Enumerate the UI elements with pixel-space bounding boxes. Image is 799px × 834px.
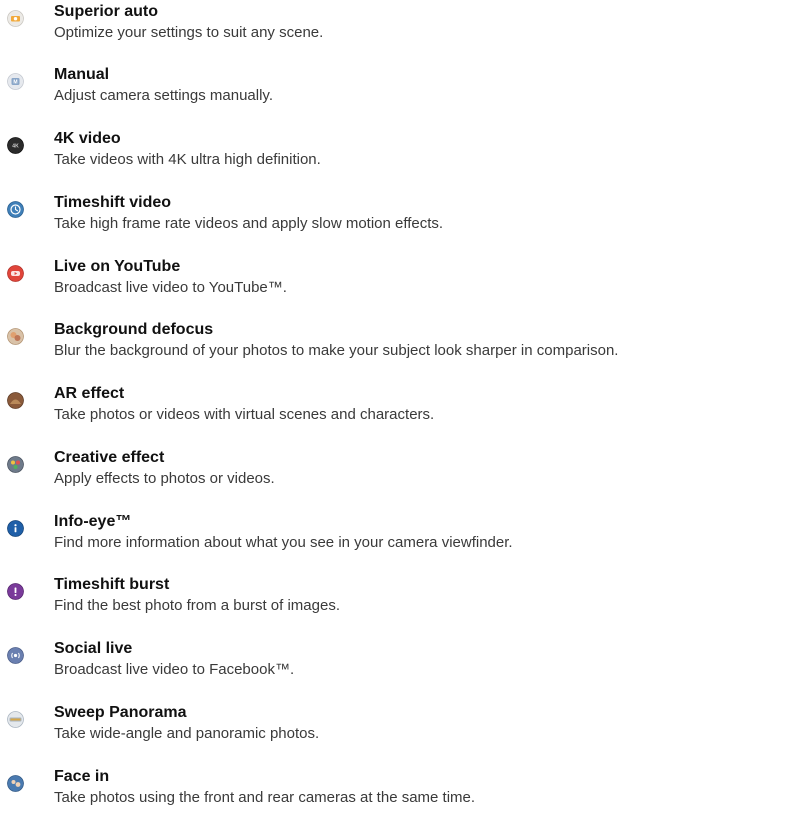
mode-description: Take photos using the front and rear cam… (54, 789, 476, 806)
mode-title: Sweep Panorama (54, 704, 187, 721)
list-item-4k-video: 4K 4K video Take videos with 4K ultra hi… (0, 127, 799, 187)
mode-description: Find more information about what you see… (54, 534, 513, 551)
mode-description: Take wide-angle and panoramic photos. (54, 725, 320, 742)
list-item-live-on-youtube: Live on YouTube Broadcast live video to … (0, 255, 799, 315)
mode-description: Optimize your settings to suit any scene… (54, 24, 324, 41)
mode-description: Broadcast live video to Facebook™. (54, 661, 295, 678)
mode-description: Find the best photo from a burst of imag… (54, 597, 340, 614)
list-item-info-eye: Info-eye™ Find more information about wh… (0, 510, 799, 570)
live-on-youtube-icon (7, 265, 24, 282)
info-eye-icon (7, 520, 24, 537)
mode-title: Info-eye™ (54, 513, 132, 530)
sweep-panorama-icon (7, 711, 24, 728)
list-item-sweep-panorama: Sweep Panorama Take wide-angle and panor… (0, 701, 799, 761)
mode-title: Timeshift burst (54, 576, 170, 593)
mode-description: Apply effects to photos or videos. (54, 470, 275, 487)
mode-title: Background defocus (54, 321, 214, 338)
timeshift-burst-icon (7, 583, 24, 600)
list-item-superior-auto: Superior auto Optimize your settings to … (0, 0, 799, 60)
svg-text:M: M (13, 80, 17, 86)
background-defocus-icon (7, 328, 24, 345)
ar-effect-icon (7, 392, 24, 409)
list-item-face-in: Face in Take photos using the front and … (0, 765, 799, 825)
list-item-timeshift-burst: Timeshift burst Find the best photo from… (0, 573, 799, 633)
manual-icon: M (7, 73, 24, 90)
list-item-manual: M Manual Adjust camera settings manually… (0, 63, 799, 123)
mode-description: Blur the background of your photos to ma… (54, 342, 619, 359)
mode-title: Timeshift video (54, 194, 172, 211)
list-item-social-live: Social live Broadcast live video to Face… (0, 637, 799, 697)
mode-title: 4K video (54, 130, 121, 147)
list-item-ar-effect: AR effect Take photos or videos with vir… (0, 382, 799, 442)
mode-description: Take videos with 4K ultra high definitio… (54, 151, 321, 168)
mode-title: AR effect (54, 385, 125, 402)
mode-title: Live on YouTube (54, 258, 181, 275)
mode-description: Take photos or videos with virtual scene… (54, 406, 435, 423)
4k-video-icon: 4K (7, 137, 24, 154)
mode-title: Social live (54, 640, 133, 657)
list-item-timeshift-video: Timeshift video Take high frame rate vid… (0, 191, 799, 251)
mode-title: Creative effect (54, 449, 165, 466)
mode-title: Face in (54, 768, 110, 785)
mode-description: Adjust camera settings manually. (54, 87, 273, 104)
list-item-creative-effect: Creative effect Apply effects to photos … (0, 446, 799, 506)
mode-description: Take high frame rate videos and apply sl… (54, 215, 444, 232)
timeshift-video-icon (7, 201, 24, 218)
mode-description: Broadcast live video to YouTube™. (54, 279, 287, 296)
mode-title: Manual (54, 66, 110, 83)
face-in-icon (7, 775, 24, 792)
svg-text:4K: 4K (12, 144, 19, 150)
creative-effect-icon (7, 456, 24, 473)
list-item-background-defocus: Background defocus Blur the background o… (0, 318, 799, 378)
mode-title: Superior auto (54, 3, 159, 20)
superior-auto-icon (7, 10, 24, 27)
social-live-icon (7, 647, 24, 664)
